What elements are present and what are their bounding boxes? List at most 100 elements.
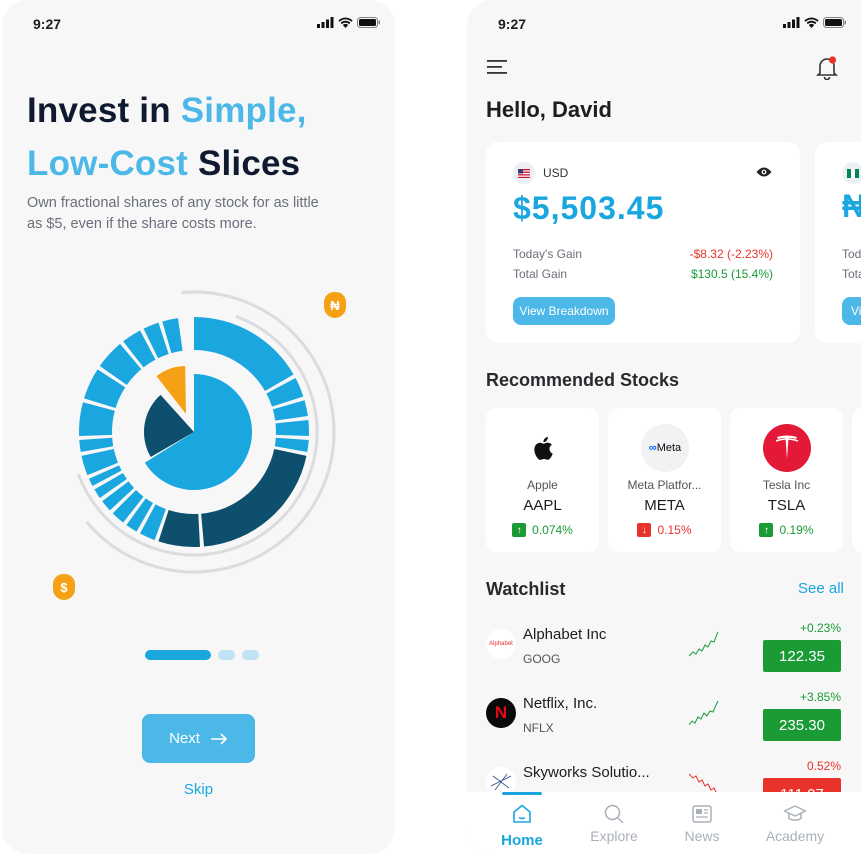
outer-slice — [274, 437, 309, 452]
sparkline-up — [689, 631, 719, 657]
stock-change-value: 0.19% — [779, 523, 814, 537]
tab-label: Academy — [765, 828, 825, 844]
stock-change: ↑ 0.074% — [486, 523, 599, 537]
netflix-logo-icon: N — [486, 698, 516, 728]
skip-link[interactable]: Skip — [2, 781, 395, 798]
arrow-up-icon: ↑ — [759, 523, 774, 537]
signal-icon — [783, 17, 800, 28]
tab-label: Home — [501, 832, 543, 849]
status-icons — [317, 17, 381, 28]
stock-name: Meta Platfor... — [627, 478, 702, 492]
outer-slice — [275, 419, 309, 437]
stock-card-tsla[interactable]: Tesla Inc TSLA ↑ 0.19% — [730, 408, 843, 552]
greeting: Hello, David — [486, 97, 612, 122]
us-flag-icon — [513, 162, 535, 184]
signal-icon — [317, 17, 334, 28]
tab-academy[interactable]: Academy — [750, 792, 840, 844]
tab-active-indicator — [502, 792, 542, 795]
netflix-logo-text: N — [494, 703, 508, 722]
notification-bell-icon[interactable] — [816, 56, 838, 80]
watchlist-price[interactable]: 235.30 — [763, 709, 841, 741]
stock-change-value: 0.074% — [532, 523, 573, 537]
total-gain-value: $130.5 (15.4%) — [690, 267, 773, 281]
stock-card-partial[interactable] — [852, 408, 861, 552]
graduation-cap-icon — [750, 800, 840, 828]
next-label: Next — [169, 730, 200, 747]
headline-accent: Simple, — [180, 91, 307, 130]
status-bar: 9:27 — [2, 16, 395, 32]
home-icon — [477, 800, 567, 828]
stock-ticker: META — [644, 497, 685, 514]
stock-change: ↓ 0.15% — [608, 523, 721, 537]
alphabet-logo-text: Alphabet — [489, 641, 513, 647]
onboarding-headline: Invest in Simple, Low-Cost Slices — [27, 84, 307, 190]
stock-ticker: TSLA — [767, 497, 806, 514]
onboarding-subtitle: Own fractional shares of any stock for a… — [27, 195, 319, 232]
page-dot[interactable] — [242, 650, 259, 660]
tesla-logo-icon — [763, 424, 811, 472]
naira-todays-gain-label: Tod — [842, 247, 861, 261]
status-bar: 9:27 — [467, 16, 861, 32]
watchlist-name[interactable]: Skyworks Solutio... — [523, 764, 650, 781]
tab-label: News — [684, 828, 720, 844]
todays-gain-label: Today's Gain — [513, 247, 582, 261]
total-gain-label: Total Gain — [513, 267, 568, 281]
stock-change-value: 0.15% — [657, 523, 692, 537]
ng-flag-icon — [842, 162, 861, 184]
newspaper-icon — [657, 800, 747, 828]
see-all-link[interactable]: See all — [798, 580, 844, 597]
watchlist-ticker: GOOG — [523, 652, 561, 666]
naira-balance-partial: ₦ — [842, 188, 861, 224]
watchlist-name[interactable]: Netflix, Inc. — [523, 695, 597, 712]
watchlist-price[interactable]: 122.35 — [763, 640, 841, 672]
arrow-right-icon — [210, 732, 228, 745]
headline-text: Invest in — [27, 91, 181, 130]
dollar-symbol: $ — [60, 580, 68, 595]
page-dot-active[interactable] — [145, 650, 211, 660]
naira-total-gain-label: Tota — [842, 267, 861, 281]
meta-logo-text: Meta — [656, 442, 682, 454]
headline-accent: Low-Cost — [27, 144, 189, 183]
bottom-tab-bar: Home Explore News Academy — [467, 792, 861, 854]
menu-icon[interactable] — [487, 60, 507, 74]
naira-symbol: ₦ — [330, 298, 340, 313]
onboarding-screen: 9:27 Invest in Simple, Low-Cost Slices O… — [2, 0, 395, 854]
tab-news[interactable]: News — [657, 792, 747, 844]
arrow-down-icon: ↓ — [637, 523, 652, 537]
stock-change: ↑ 0.19% — [730, 523, 843, 537]
eye-icon[interactable] — [756, 166, 772, 178]
recommended-stocks-title: Recommended Stocks — [486, 370, 680, 390]
view-breakdown-button[interactable]: View Breakdown — [513, 297, 615, 325]
naira-coin-icon: ₦ — [324, 292, 346, 318]
todays-gain-value: -$8.32 (-2.23%) — [689, 247, 773, 261]
tab-home[interactable]: Home — [477, 792, 567, 849]
sparkline-up — [689, 700, 719, 726]
page-dot[interactable] — [218, 650, 235, 660]
tab-label: Explore — [590, 828, 638, 844]
stock-card-aapl[interactable]: Apple AAPL ↑ 0.074% — [486, 408, 599, 552]
outer-slice — [158, 509, 201, 547]
battery-icon — [823, 17, 846, 28]
watchlist-change: 0.52% — [806, 759, 841, 773]
next-button[interactable]: Next — [142, 714, 255, 763]
battery-icon — [357, 17, 380, 28]
outer-slice — [79, 402, 115, 437]
search-icon — [569, 800, 659, 828]
alphabet-logo-icon: Alphabet — [486, 629, 516, 659]
outer-slice — [79, 437, 114, 452]
portfolio-slices-illustration — [77, 290, 336, 574]
dollar-coin-icon: $ — [53, 574, 75, 600]
stock-name: Tesla Inc — [762, 478, 811, 492]
wifi-icon — [804, 17, 819, 28]
stock-card-meta[interactable]: ∞Meta Meta Platfor... META ↓ 0.15% — [608, 408, 721, 552]
naira-breakdown-button[interactable]: Vi — [842, 297, 861, 325]
stock-ticker: AAPL — [523, 497, 562, 514]
dashboard-screen: 9:27 Hello, David USD $5,503.45 Today's … — [467, 0, 861, 854]
watchlist-name[interactable]: Alphabet Inc — [523, 626, 606, 643]
tab-explore[interactable]: Explore — [569, 792, 659, 844]
stock-name: Apple — [527, 478, 558, 492]
balance-amount: $5,503.45 — [513, 190, 665, 226]
headline-text: Slices — [188, 144, 301, 183]
currency-label: USD — [543, 166, 569, 180]
watchlist-ticker: NFLX — [523, 721, 554, 735]
